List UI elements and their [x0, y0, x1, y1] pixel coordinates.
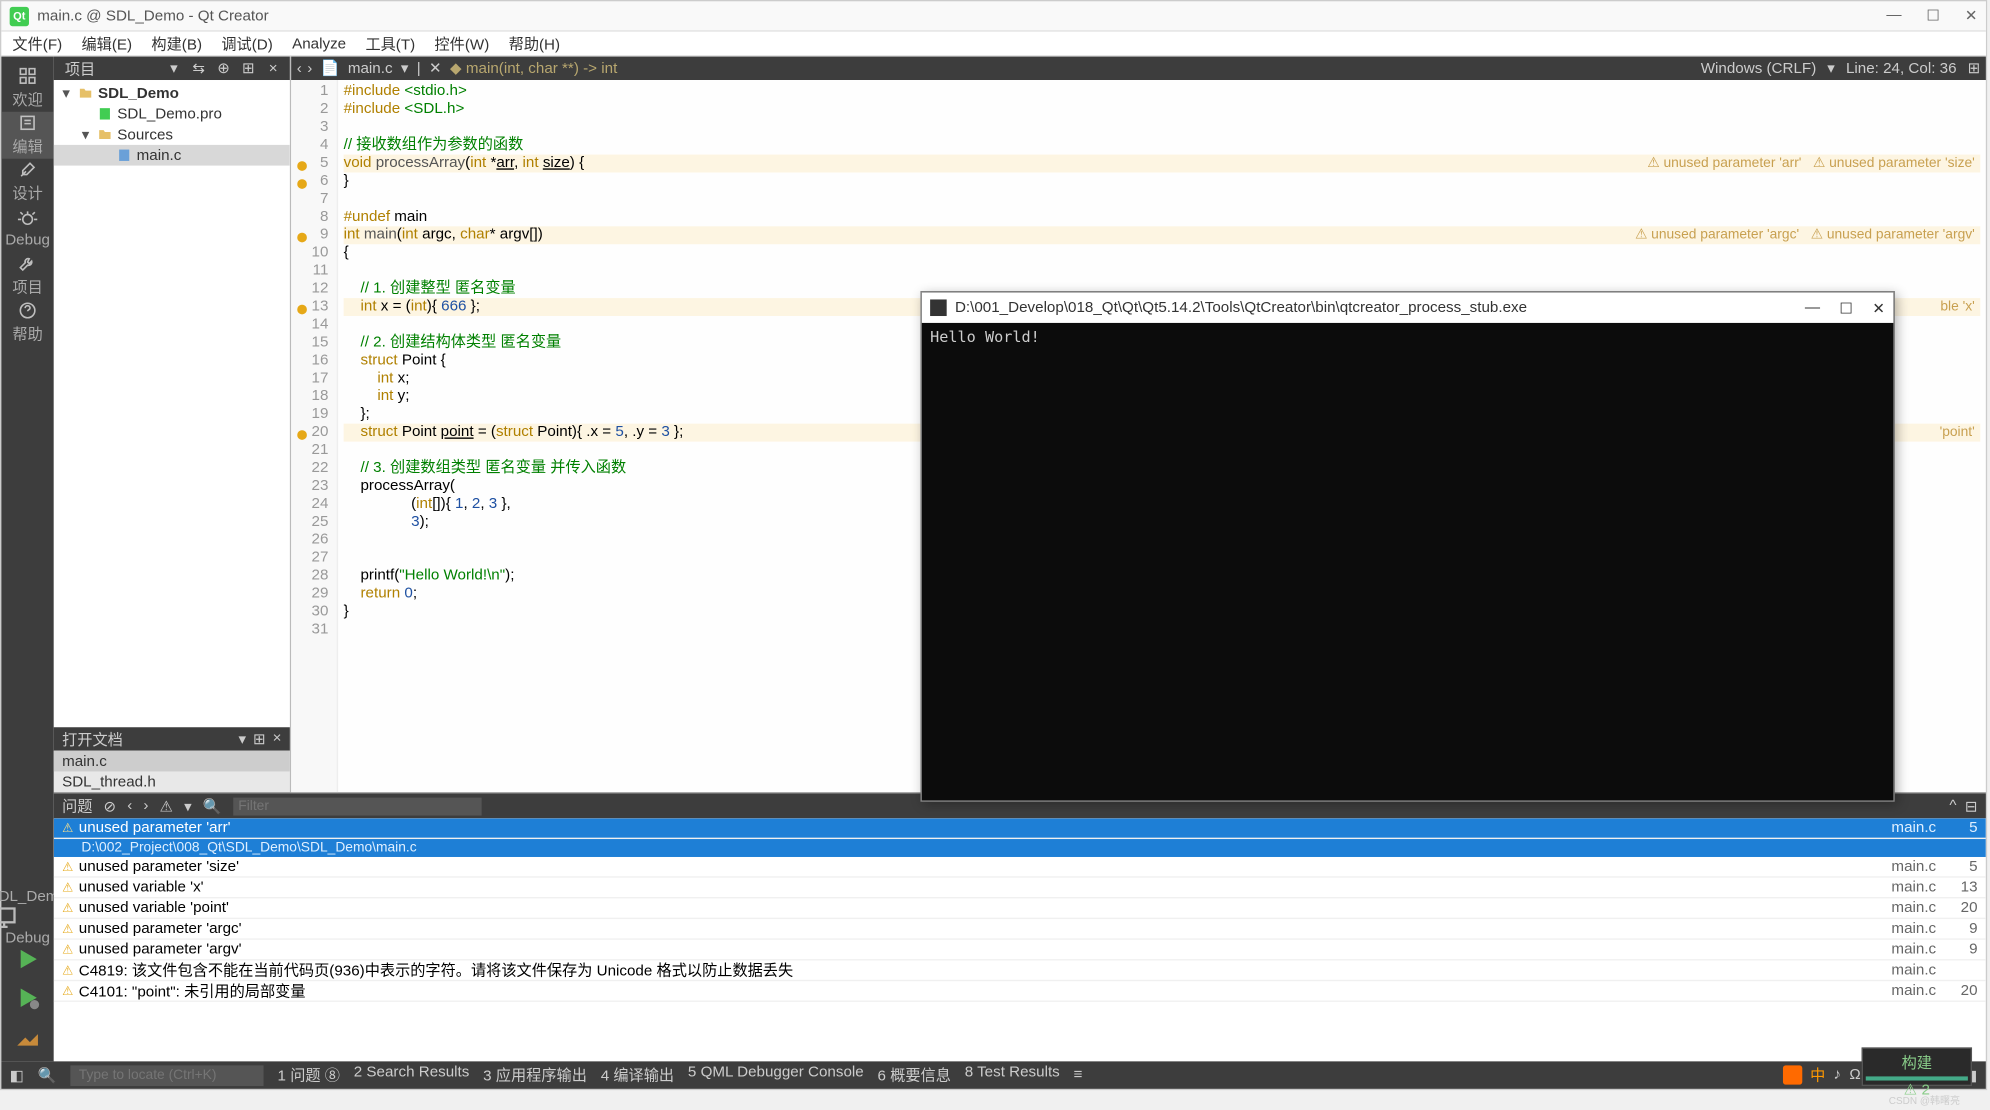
window-title: main.c @ SDL_Demo - Qt Creator	[37, 8, 1886, 25]
menu-item[interactable]: 工具(T)	[365, 32, 415, 54]
warn-filter-icon[interactable]: ⚠	[159, 797, 173, 815]
clear-icon[interactable]: ⊘	[104, 797, 117, 815]
close-icon[interactable]: ×	[273, 730, 282, 748]
issues-pane: 问题 ⊘ ‹ › ⚠ ▾ 🔍 ^ ⊟ ⚠unused parameter 'ar…	[54, 792, 1986, 1061]
locator-input[interactable]	[71, 1065, 264, 1086]
menubar: 文件(F) 编辑(E) 构建(B) 调试(D) Analyze 工具(T) 控件(W) 帮助(…	[1, 32, 1985, 57]
issue-row[interactable]: ⚠unused parameter 'arr'main.c5	[54, 818, 1986, 839]
split-icon[interactable]: ⊞	[240, 59, 257, 77]
issues-title: 问题	[62, 795, 92, 817]
filter-icon[interactable]: ▾	[166, 59, 183, 77]
prev-icon[interactable]: ‹	[127, 798, 132, 815]
output-pane-tab[interactable]: 8 Test Results	[965, 1064, 1060, 1086]
menu-item[interactable]: 调试(D)	[221, 32, 272, 54]
link-icon[interactable]: ⊕	[215, 59, 232, 77]
expand-icon[interactable]: ^	[1949, 797, 1956, 815]
console-window[interactable]: D:\001_Develop\018_Qt\Qt\Qt5.14.2\Tools\…	[920, 291, 1894, 802]
menu-item[interactable]: Analyze	[292, 35, 346, 52]
editor-toolbar: ‹ › 📄 main.c ▾ | ✕ ◆ main(int, char **) …	[291, 57, 1986, 80]
sidebar-toggle-icon[interactable]: ◧	[10, 1066, 24, 1084]
sync-icon[interactable]: ⇆	[190, 59, 207, 77]
watermark: CSDN @韩曙亮	[1889, 1092, 1960, 1107]
open-doc-item[interactable]: main.c	[54, 751, 290, 772]
menu-item[interactable]: 文件(F)	[12, 32, 62, 54]
encoding-selector[interactable]: Windows (CRLF)	[1701, 60, 1817, 77]
debug-run-icon[interactable]	[12, 984, 42, 1012]
build-progress: 构建 ⚠ 2	[1862, 1047, 1972, 1061]
output-pane-tab[interactable]: 4 编译输出	[601, 1064, 674, 1086]
filter-icon[interactable]: ▾	[184, 797, 192, 815]
menu-item[interactable]: 编辑(E)	[81, 32, 132, 54]
exe-icon	[930, 299, 947, 316]
issue-row[interactable]: ⚠unused variable 'point'main.c20	[54, 898, 1986, 919]
maximize-button[interactable]: ☐	[1926, 7, 1940, 25]
output-pane-tab[interactable]: 6 概要信息	[878, 1064, 951, 1086]
output-pane-tab[interactable]: 5 QML Debugger Console	[688, 1064, 864, 1086]
split-icon[interactable]: ⊞	[253, 730, 266, 748]
mode-help[interactable]: 帮助	[1, 299, 53, 346]
output-pane-tab[interactable]: 1 问题 ⑧	[278, 1064, 340, 1086]
window-titlebar: Qt main.c @ SDL_Demo - Qt Creator — ☐ ✕	[1, 1, 1985, 31]
open-doc-item[interactable]: SDL_thread.h	[54, 771, 290, 792]
project-header: 项目 ▾ ⇆ ⊕ ⊞ ×	[54, 57, 290, 80]
run-icon[interactable]	[12, 945, 42, 973]
issue-row[interactable]: ⚠C4819: 该文件包含不能在当前代码页(936)中表示的字符。请将该文件保存…	[54, 960, 1986, 981]
menu-item[interactable]: 控件(W)	[435, 32, 490, 54]
filter-input[interactable]	[233, 797, 481, 815]
mode-edit[interactable]: 编辑	[1, 112, 53, 159]
qt-logo-icon: Qt	[10, 6, 29, 25]
open-docs-header: 打开文档 ▾⊞×	[54, 727, 290, 750]
console-title: D:\001_Develop\018_Qt\Qt\Qt5.14.2\Tools\…	[955, 299, 1527, 316]
monitor-icon	[0, 904, 19, 932]
crumb-func[interactable]: main(int, char **) -> int	[466, 61, 617, 78]
close-doc-icon[interactable]: ✕	[429, 59, 442, 77]
tree-item[interactable]: SDL_Demo.pro	[54, 104, 290, 125]
crumb-dropdown-icon[interactable]: ▾	[401, 59, 409, 77]
tree-item[interactable]: main.c	[54, 145, 290, 166]
tree-item[interactable]: ▾Sources	[54, 124, 290, 145]
output-pane-tab[interactable]: 3 应用程序输出	[483, 1064, 587, 1086]
statusbar: ◧ 🔍 1 问题 ⑧2 Search Results3 应用程序输出4 编译输出…	[1, 1061, 1985, 1089]
console-max-button[interactable]: ☐	[1839, 299, 1853, 317]
mode-wrench[interactable]: 项目	[1, 253, 53, 300]
sogou-ime-icon	[1782, 1065, 1801, 1084]
output-pane-tab[interactable]: 2 Search Results	[354, 1064, 470, 1086]
close-pane-icon[interactable]: ⊟	[1965, 797, 1978, 815]
issue-row[interactable]: ⚠unused parameter 'argc'main.c9	[54, 919, 1986, 940]
mode-grid[interactable]: 欢迎	[1, 65, 53, 112]
close-button[interactable]: ✕	[1965, 7, 1978, 25]
next-icon[interactable]: ›	[143, 798, 148, 815]
fwd-button[interactable]: ›	[307, 60, 312, 77]
build-icon[interactable]	[12, 1023, 42, 1051]
crumb-file[interactable]: main.c	[348, 60, 393, 77]
open-docs-list[interactable]: main.cSDL_thread.h	[54, 751, 290, 792]
file-type-icon: 📄	[321, 59, 340, 77]
menu-item[interactable]: 构建(B)	[151, 32, 202, 54]
back-button[interactable]: ‹	[297, 60, 302, 77]
issue-row[interactable]: ⚠unused variable 'x'main.c13	[54, 878, 1986, 899]
issue-row[interactable]: ⚠unused parameter 'size'main.c5	[54, 857, 1986, 878]
issue-row[interactable]: ⚠unused parameter 'argv'main.c9	[54, 940, 1986, 961]
close-panel-icon[interactable]: ×	[265, 60, 282, 77]
split-editor-icon[interactable]: ⊞	[1968, 59, 1981, 77]
cursor-position: Line: 24, Col: 36	[1846, 60, 1957, 77]
mode-design[interactable]: 设计	[1, 159, 53, 206]
console-min-button[interactable]: —	[1805, 299, 1820, 317]
console-output: Hello World!	[922, 323, 1894, 352]
minimize-button[interactable]: —	[1886, 7, 1901, 25]
console-close-button[interactable]: ✕	[1872, 299, 1885, 317]
menu-item[interactable]: 帮助(H)	[509, 32, 560, 54]
dropdown-icon[interactable]: ▾	[238, 730, 246, 748]
mode-selector: 欢迎编辑设计Debug项目帮助 SDL_Demo Debug	[1, 57, 53, 1062]
tree-item[interactable]: ▾SDL_Demo	[54, 83, 290, 104]
mode-bug[interactable]: Debug	[1, 206, 53, 253]
project-tree[interactable]: ▾SDL_DemoSDL_Demo.pro▾Sourcesmain.c	[54, 80, 290, 727]
issue-row[interactable]: ⚠C4101: "point": 未引用的局部变量main.c20	[54, 981, 1986, 1002]
